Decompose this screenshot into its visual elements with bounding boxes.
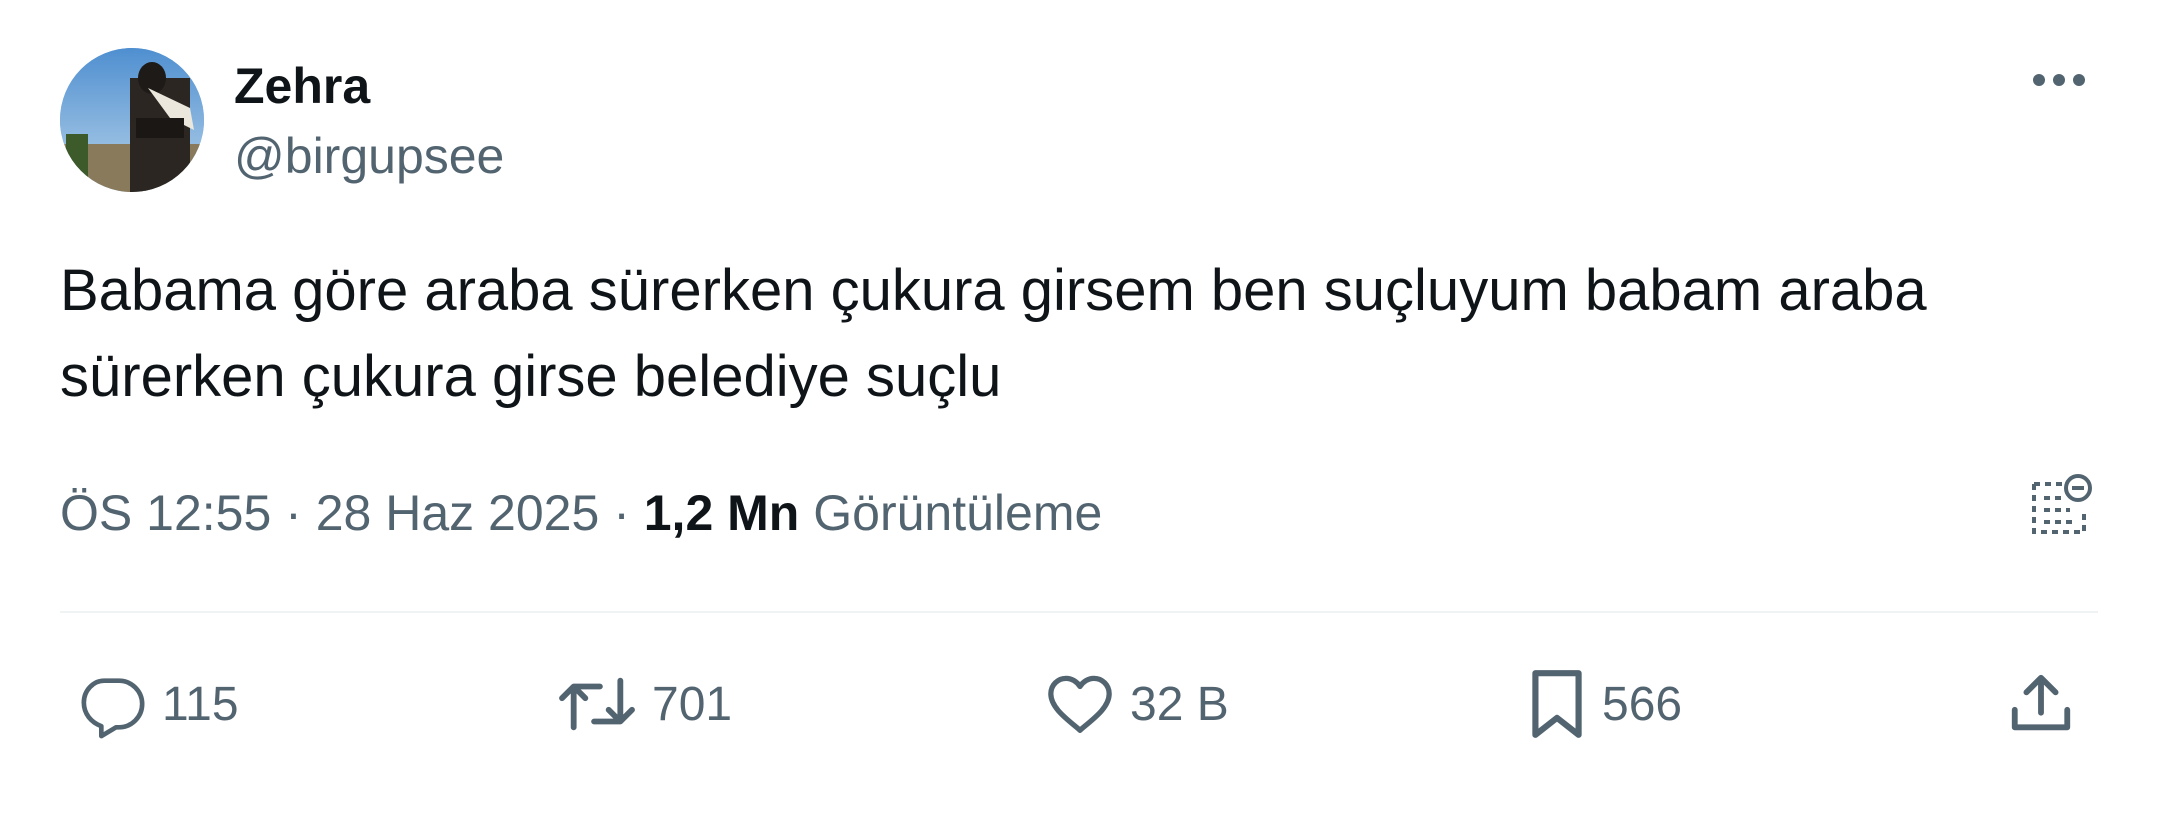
more-dots-icon — [2033, 74, 2085, 86]
retweet-button[interactable]: 701 — [556, 664, 732, 744]
views-label: Görüntüleme — [813, 485, 1103, 541]
tweet-card: Zehra @birgupsee Babama göre araba sürer… — [0, 0, 2158, 824]
like-button[interactable]: 32 B — [1044, 664, 1229, 744]
reply-icon — [81, 678, 145, 739]
avatar-photo-icon — [60, 48, 204, 192]
divider — [60, 611, 2098, 613]
bookmark-count: 566 — [1602, 677, 1683, 731]
meta-separator: · — [613, 485, 630, 541]
tweet-date[interactable]: 28 Haz 2025 — [316, 485, 600, 541]
reply-count: 115 — [162, 677, 239, 731]
bookmark-icon — [1532, 670, 1582, 738]
bookmark-button[interactable]: 566 — [1526, 664, 1682, 744]
tweet-time[interactable]: ÖS 12:55 — [60, 485, 271, 541]
post-analytics-button[interactable] — [2026, 470, 2096, 540]
retweet-count: 701 — [652, 677, 733, 731]
avatar[interactable] — [60, 48, 204, 192]
share-button[interactable] — [2006, 664, 2076, 744]
heart-icon — [1048, 675, 1112, 733]
tweet-meta: ÖS 12:55 · 28 Haz 2025 · 1,2 Mn Görüntül… — [60, 478, 1102, 548]
tweet-text: Babama göre araba sürerken çukura girsem… — [60, 258, 1927, 409]
retweet-icon — [559, 677, 635, 731]
reply-button[interactable]: 115 — [78, 664, 239, 744]
views-count: 1,2 Mn — [643, 485, 800, 541]
share-icon — [2011, 674, 2071, 731]
user-handle[interactable]: @birgupsee — [234, 128, 504, 184]
like-count: 32 B — [1130, 677, 1229, 731]
analytics-icon — [2032, 474, 2092, 534]
display-name[interactable]: Zehra — [234, 58, 370, 114]
meta-separator: · — [285, 485, 302, 541]
more-options-button[interactable] — [2024, 60, 2094, 100]
